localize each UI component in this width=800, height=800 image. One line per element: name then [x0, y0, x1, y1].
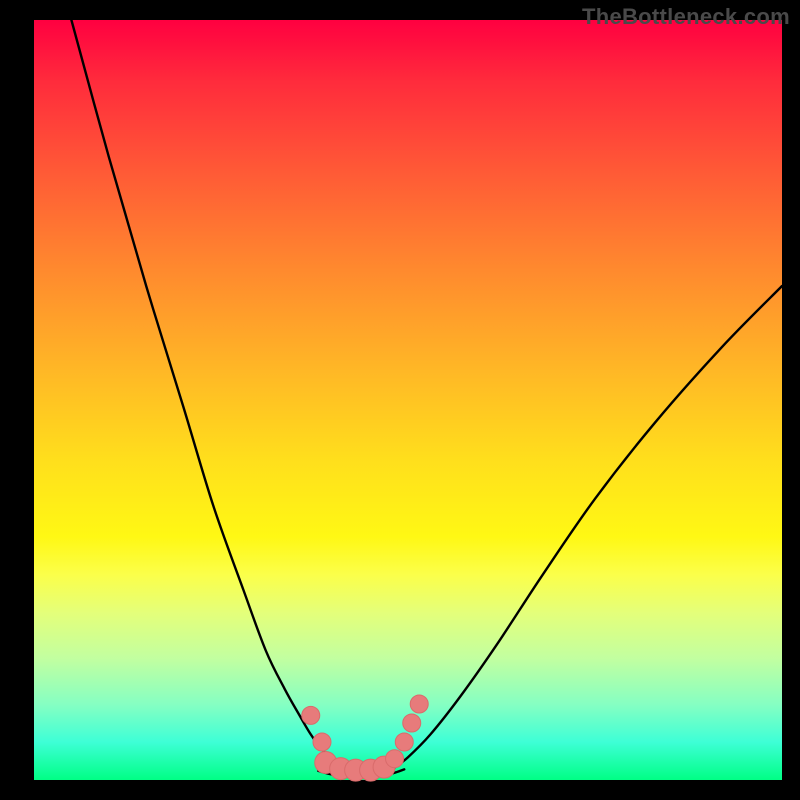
curve-marker	[410, 695, 428, 713]
curve-right-branch	[393, 286, 782, 769]
watermark-text: TheBottleneck.com	[582, 4, 790, 30]
curve-left-branch	[71, 20, 355, 772]
curve-markers	[302, 695, 428, 781]
curve-layer	[34, 20, 782, 780]
curve-marker	[395, 733, 413, 751]
chart-frame: TheBottleneck.com	[0, 0, 800, 800]
curve-marker	[403, 714, 421, 732]
curve-marker	[302, 706, 320, 724]
curve-marker	[313, 733, 331, 751]
curve-marker	[386, 750, 404, 768]
